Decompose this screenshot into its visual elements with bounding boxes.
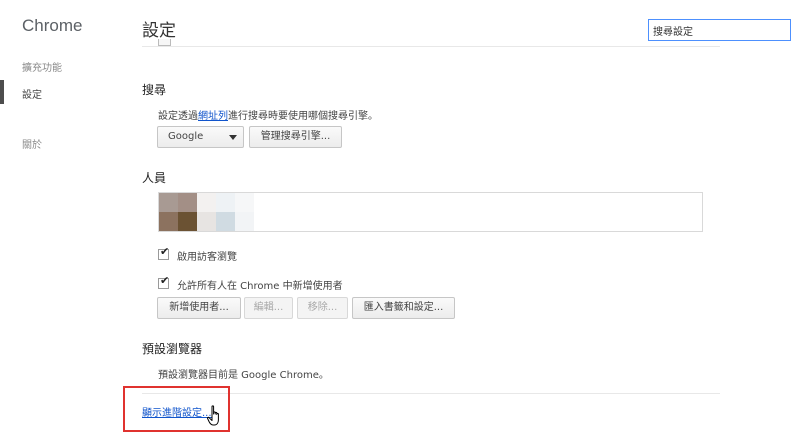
manage-search-engines-button[interactable]: 管理搜尋引擎... <box>249 126 342 148</box>
active-indicator <box>0 80 4 104</box>
remove-user-button[interactable]: 移除... <box>297 297 348 319</box>
hand-cursor-icon <box>207 405 219 426</box>
sidebar-item-settings[interactable]: 設定 <box>22 86 42 101</box>
people-list[interactable] <box>158 192 703 232</box>
chrome-brand: Chrome <box>22 16 83 35</box>
guest-browsing-checkbox[interactable]: ✔ <box>158 245 169 260</box>
search-settings-input[interactable] <box>648 19 791 41</box>
search-section-title: 搜尋 <box>142 83 167 97</box>
default-browser-section-title: 預設瀏覽器 <box>142 342 203 356</box>
allow-add-users-label: 允許所有人在 Chrome 中新增使用者 <box>177 281 343 292</box>
checkmark-icon: ✔ <box>160 274 170 287</box>
people-section-title: 人員 <box>142 171 167 185</box>
search-description: 設定透過網址列進行搜尋時要使用哪個搜尋引擎。 <box>158 107 378 122</box>
search-desc-after: 進行搜尋時要使用哪個搜尋引擎。 <box>228 111 378 122</box>
add-user-button[interactable]: 新增使用者... <box>157 297 241 319</box>
sidebar-item-extensions[interactable]: 擴充功能 <box>22 59 62 74</box>
avatar[interactable] <box>159 193 259 231</box>
clipped-row-text: 一 一 一 一 一 一 <box>188 39 275 45</box>
sidebar-item-about[interactable]: 關於 <box>22 136 42 151</box>
page-title: 設定 <box>142 21 176 41</box>
default-browser-description: 預設瀏覽器目前是 Google Chrome。 <box>158 370 329 381</box>
search-engine-value: Google <box>168 131 204 142</box>
import-bookmarks-button[interactable]: 匯入書籤和設定... <box>352 297 455 319</box>
guest-browsing-label: 啟用訪客瀏覽 <box>177 252 237 263</box>
address-bar-link[interactable]: 網址列 <box>198 111 228 122</box>
clipped-checkbox[interactable] <box>158 39 171 46</box>
header-divider <box>142 46 720 47</box>
edit-user-button[interactable]: 編輯... <box>244 297 293 319</box>
allow-add-users-checkbox[interactable]: ✔ <box>158 274 169 289</box>
sidebar: Chrome 擴充功能 設定 關於 <box>0 0 120 441</box>
search-engine-select[interactable]: Google <box>157 126 244 148</box>
search-desc-before: 設定透過 <box>158 111 198 122</box>
checkmark-icon: ✔ <box>160 245 170 258</box>
dropdown-arrow-icon <box>229 135 237 140</box>
